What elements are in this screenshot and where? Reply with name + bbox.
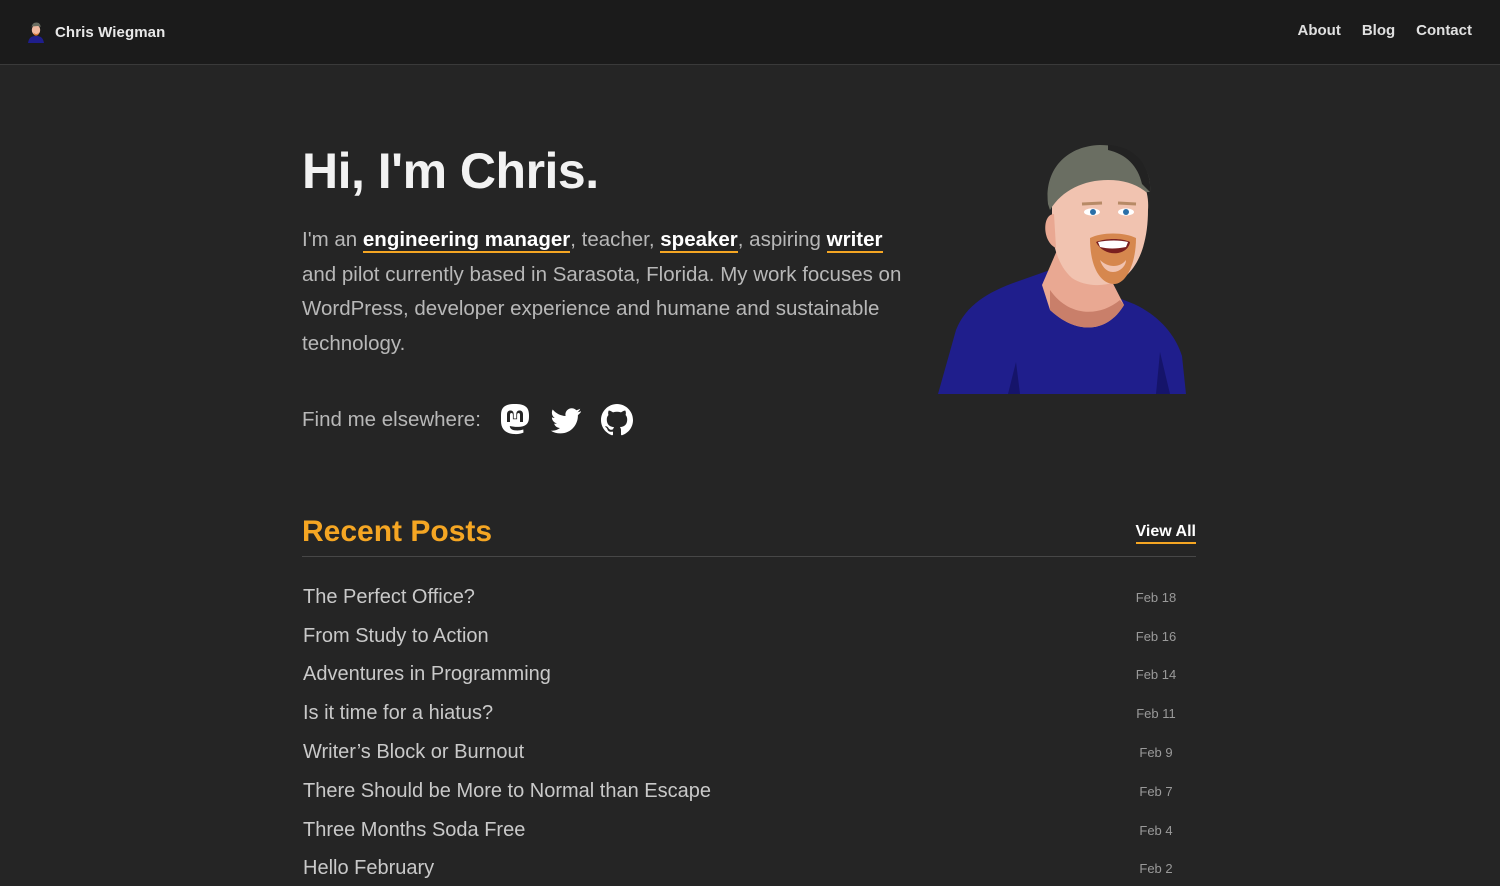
post-title-link[interactable]: Writer’s Block or Burnout: [302, 741, 524, 764]
post-row: Is it time for a hiatus? Feb 11: [302, 694, 1196, 733]
nav-blog-link[interactable]: Blog: [1362, 22, 1395, 39]
main-nav: About Blog Contact: [1298, 22, 1473, 39]
post-date: Feb 16: [1135, 628, 1177, 644]
post-title-link[interactable]: There Should be More to Normal than Esca…: [302, 780, 711, 803]
post-title-link[interactable]: Is it time for a hiatus?: [302, 702, 493, 725]
recent-posts-list: The Perfect Office? Feb 18 From Study to…: [302, 578, 1196, 886]
post-date: Feb 11: [1136, 706, 1176, 722]
post-title-link[interactable]: From Study to Action: [302, 625, 489, 648]
intro-paragraph: I'm an engineering manager, teacher, spe…: [302, 223, 912, 361]
nav-contact-link[interactable]: Contact: [1416, 22, 1472, 39]
twitter-link[interactable]: [548, 402, 584, 438]
post-row: Three Months Soda Free Feb 4: [302, 811, 1196, 850]
site-name: Chris Wiegman: [55, 23, 166, 41]
site-header: Chris Wiegman About Blog Contact: [0, 0, 1500, 65]
portrait-illustration: [938, 145, 1186, 394]
view-all-link[interactable]: View All: [1135, 523, 1196, 544]
github-icon: [600, 404, 633, 436]
intro-text: , aspiring: [737, 228, 827, 251]
post-title-link[interactable]: Adventures in Programming: [302, 663, 551, 686]
post-date: Feb 7: [1139, 783, 1173, 799]
post-row: The Perfect Office? Feb 18: [302, 578, 1196, 617]
post-row: Hello February Feb 2: [302, 850, 1196, 886]
avatar-icon: [28, 22, 44, 43]
post-title-link[interactable]: Hello February: [302, 857, 434, 880]
twitter-icon: [550, 408, 581, 434]
engineering-manager-link[interactable]: engineering manager: [362, 228, 571, 253]
post-row: From Study to Action Feb 16: [302, 617, 1196, 656]
nav-about-link[interactable]: About: [1298, 22, 1341, 39]
intro-text: and pilot currently based in Sarasota, F…: [302, 262, 902, 355]
post-date: Feb 2: [1139, 861, 1173, 877]
social-icons: [497, 402, 635, 438]
speaker-link[interactable]: speaker: [660, 228, 738, 253]
github-link[interactable]: [599, 402, 635, 438]
post-row: Writer’s Block or Burnout Feb 9: [302, 733, 1196, 772]
elsewhere-label: Find me elsewhere:: [302, 408, 481, 431]
post-date: Feb 14: [1135, 667, 1177, 683]
recent-posts-header: Recent Posts View All: [302, 512, 1196, 557]
post-date: Feb 18: [1135, 589, 1177, 605]
post-title-link[interactable]: The Perfect Office?: [302, 586, 475, 609]
post-title-link[interactable]: Three Months Soda Free: [302, 819, 525, 842]
writer-link[interactable]: writer: [826, 228, 883, 253]
recent-posts-title: Recent Posts: [302, 515, 493, 548]
post-date: Feb 9: [1139, 745, 1173, 761]
site-home-link[interactable]: Chris Wiegman: [26, 20, 165, 44]
mastodon-icon: [500, 404, 529, 435]
post-row: Adventures in Programming Feb 14: [302, 656, 1196, 695]
intro-text: I'm an: [302, 228, 363, 251]
intro-text: , teacher,: [570, 228, 661, 251]
mastodon-link[interactable]: [497, 402, 533, 438]
social-links-section: Find me elsewhere:: [302, 402, 635, 438]
post-date: Feb 4: [1139, 822, 1173, 838]
hero-title: Hi, I'm Chris.: [302, 143, 599, 199]
post-row: There Should be More to Normal than Esca…: [302, 772, 1196, 811]
